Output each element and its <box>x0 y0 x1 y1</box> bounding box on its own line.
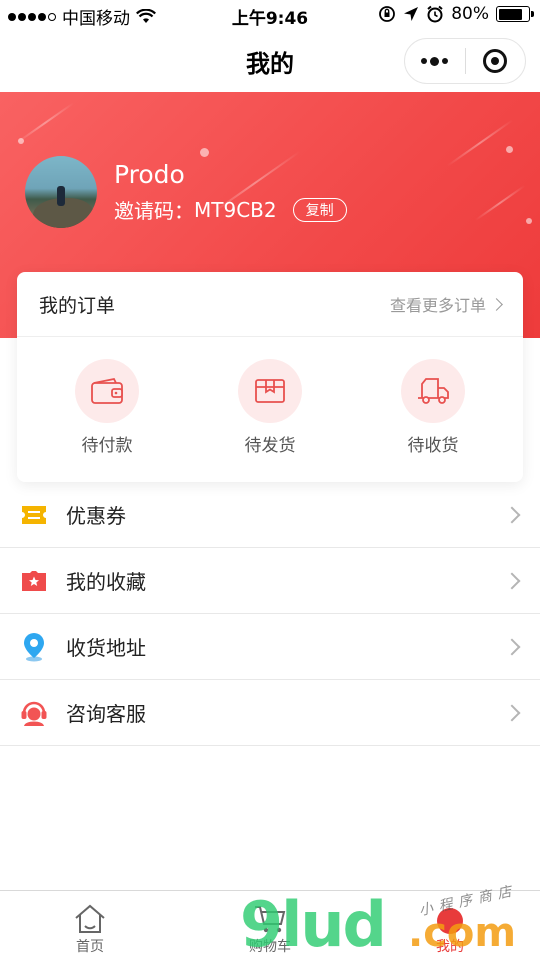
menu-item-label: 优惠券 <box>66 504 126 528</box>
tab-label: 首页 <box>76 939 104 955</box>
menu-list: 优惠券 我的收藏 收货地址 咨询客服 <box>0 482 540 746</box>
order-status-pending-payment[interactable]: 待付款 <box>57 359 157 456</box>
target-circle-icon <box>483 49 508 73</box>
alarm-icon <box>427 5 443 23</box>
decor-streak <box>446 119 514 167</box>
decor-dot <box>526 218 532 224</box>
favorite-star-icon <box>20 567 48 595</box>
order-icon-bg <box>401 359 465 423</box>
decor-streak <box>15 102 75 144</box>
battery-percent: 80% <box>451 4 489 24</box>
profile-icon <box>437 908 463 934</box>
customer-service-icon <box>20 699 48 727</box>
tab-cart[interactable]: 购物车 <box>180 891 360 960</box>
more-dots-icon-center <box>430 56 440 66</box>
menu-item-label: 咨询客服 <box>66 702 146 726</box>
order-status-label: 待付款 <box>81 436 133 456</box>
invite-row: 邀请码： MT9CB2 复制 <box>114 195 347 224</box>
view-more-orders-link[interactable]: 查看更多订单 <box>389 292 503 316</box>
screen: 中国移动 上午9:46 80% 我的 Prodo 邀请码： MT9CB2 复制 … <box>0 0 540 960</box>
view-more-orders-label: 查看更多订单 <box>389 296 486 315</box>
tab-bar: 首页 购物车 我的 <box>0 890 540 960</box>
username: Prodo <box>114 160 185 189</box>
chevron-right-icon <box>503 506 521 524</box>
invite-label: 邀请码： <box>114 199 194 223</box>
tab-home[interactable]: 首页 <box>0 891 180 960</box>
tab-label: 购物车 <box>249 939 291 955</box>
more-menu-button[interactable] <box>405 39 465 83</box>
order-status-row: 待付款 待发货 待收货 <box>17 337 523 456</box>
more-dots-icon-right <box>442 58 449 64</box>
menu-item-coupons[interactable]: 优惠券 <box>0 482 540 548</box>
package-icon <box>255 379 285 403</box>
location-pin-icon <box>20 632 48 661</box>
order-status-pending-shipment[interactable]: 待发货 <box>220 359 320 456</box>
copy-button[interactable]: 复制 <box>292 197 347 222</box>
close-mini-program-button[interactable] <box>465 39 525 83</box>
status-bar: 中国移动 上午9:46 80% <box>0 0 540 30</box>
truck-icon <box>418 378 449 404</box>
decor-dot <box>200 148 209 157</box>
chevron-right-icon <box>503 638 521 656</box>
avatar[interactable] <box>25 156 97 228</box>
tab-profile[interactable]: 我的 <box>360 891 540 960</box>
decor-dot <box>506 146 513 153</box>
order-icon-bg <box>238 359 302 423</box>
order-header[interactable]: 我的订单 查看更多订单 <box>17 272 523 337</box>
mini-program-capsule <box>404 38 526 84</box>
home-icon <box>75 904 105 933</box>
menu-item-label: 收货地址 <box>66 636 146 660</box>
menu-item-favorites[interactable]: 我的收藏 <box>0 548 540 614</box>
chevron-right-icon <box>490 297 503 311</box>
coupon-icon <box>20 501 48 529</box>
order-status-label: 待收货 <box>407 436 459 456</box>
nav-bar: 我的 <box>0 30 540 92</box>
order-icon-bg <box>75 359 139 423</box>
menu-item-customer-service[interactable]: 咨询客服 <box>0 680 540 746</box>
orientation-lock-icon <box>379 6 396 22</box>
wallet-icon <box>91 377 123 404</box>
order-title: 我的订单 <box>39 294 116 317</box>
chevron-right-icon <box>503 572 521 590</box>
order-card: 我的订单 查看更多订单 待付款 待发货 待收货 <box>17 272 523 482</box>
invite-code: MT9CB2 <box>194 197 277 222</box>
avatar-person <box>57 186 65 206</box>
menu-item-address[interactable]: 收货地址 <box>0 614 540 680</box>
decor-streak <box>474 184 526 222</box>
menu-item-label: 我的收藏 <box>66 570 146 594</box>
cart-icon <box>255 906 286 933</box>
battery-icon <box>496 6 534 22</box>
status-right: 80% <box>378 4 534 24</box>
tab-label: 我的 <box>436 939 464 955</box>
order-status-pending-receipt[interactable]: 待收货 <box>383 359 483 456</box>
order-status-label: 待发货 <box>244 436 296 456</box>
more-dots-icon <box>421 58 428 64</box>
chevron-right-icon <box>503 704 521 722</box>
location-arrow-icon <box>404 7 419 21</box>
